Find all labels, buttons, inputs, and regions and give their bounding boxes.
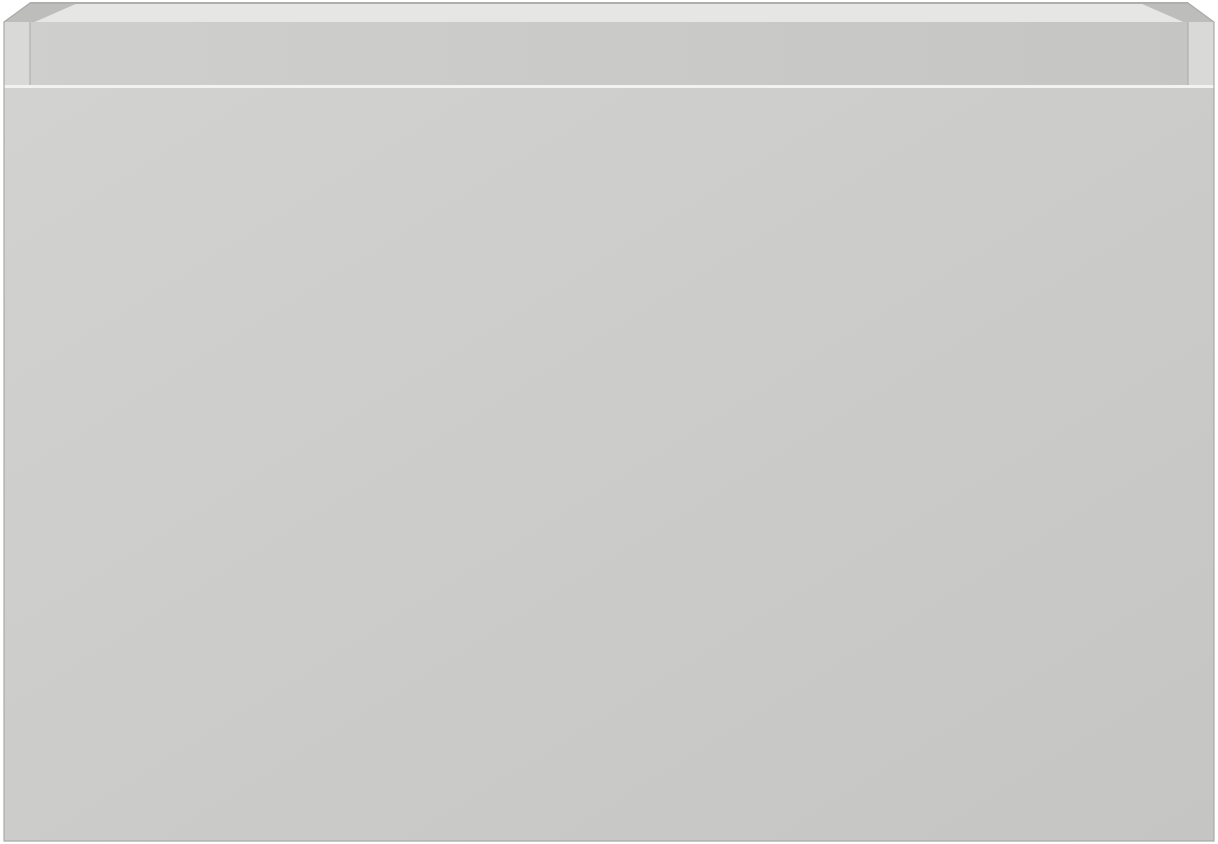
vanity-cabinet: [3, 2, 1215, 842]
cabinet-left-post: [4, 22, 30, 85]
cabinet-top-rail: [4, 22, 1214, 85]
drawer-front[interactable]: [4, 88, 1214, 841]
drawer-gap-line: [4, 85, 1214, 88]
cabinet-scene: [0, 0, 1218, 844]
cabinet-right-post: [1188, 22, 1214, 85]
